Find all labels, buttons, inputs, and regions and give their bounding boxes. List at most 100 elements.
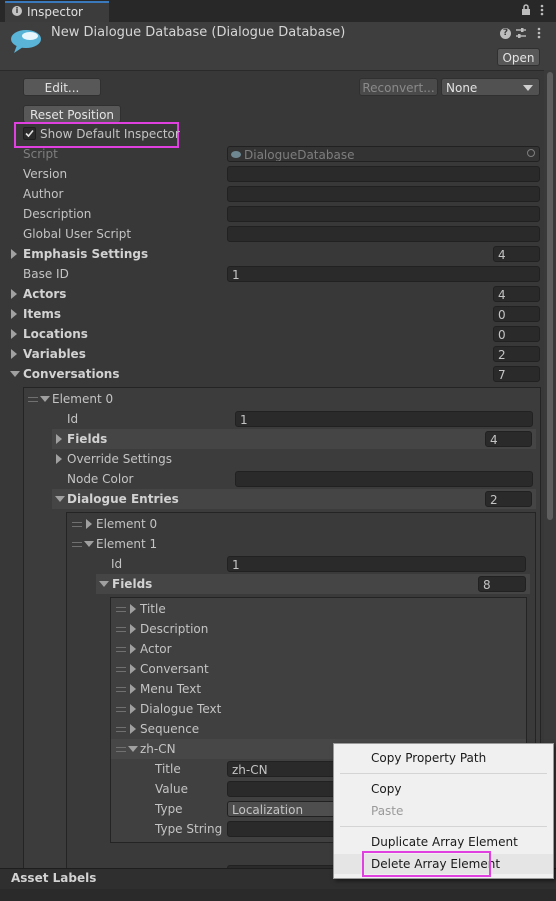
emphasis-settings-count[interactable]: 4: [493, 246, 540, 262]
actors-count[interactable]: 4: [493, 286, 540, 302]
conversation-fields-count[interactable]: 4: [485, 431, 532, 447]
entry-element-0-label[interactable]: Element 0: [96, 514, 157, 534]
copy-menu-item[interactable]: Copy: [334, 779, 553, 799]
drag-handle-icon[interactable]: [116, 707, 126, 712]
none-dropdown[interactable]: None: [441, 78, 540, 96]
expand-arrow-icon[interactable]: [130, 724, 136, 734]
show-default-inspector-toggle[interactable]: [23, 127, 36, 140]
object-picker-icon[interactable]: [527, 149, 535, 157]
variables-count[interactable]: 2: [493, 346, 540, 362]
preset-sliders-icon[interactable]: [515, 27, 527, 39]
description-field[interactable]: [227, 206, 540, 222]
conversations-count[interactable]: 7: [493, 366, 540, 382]
conversation-fields-label[interactable]: Fields: [67, 429, 107, 449]
expand-arrow-icon[interactable]: [11, 249, 17, 259]
field-item-label: Conversant: [140, 662, 209, 676]
drag-handle-icon[interactable]: [28, 397, 38, 402]
entry-element-1-label[interactable]: Element 1: [96, 534, 157, 554]
reconvert-button[interactable]: Reconvert...: [359, 78, 438, 96]
items-label[interactable]: Items: [23, 304, 61, 324]
node-color-field[interactable]: [235, 471, 533, 487]
expand-arrow-icon[interactable]: [130, 704, 136, 714]
conversations-label[interactable]: Conversations: [23, 364, 120, 384]
emphasis-settings-label[interactable]: Emphasis Settings: [23, 244, 148, 264]
drag-handle-icon[interactable]: [116, 627, 126, 632]
edit-button[interactable]: Edit...: [23, 78, 101, 96]
expand-arrow-icon[interactable]: [56, 434, 62, 444]
header-kebab-icon[interactable]: [537, 27, 541, 39]
kebab-menu-icon[interactable]: [540, 4, 544, 16]
field-item[interactable]: Dialogue Text: [110, 699, 527, 719]
node-color-label: Node Color: [67, 472, 134, 486]
drag-handle-icon[interactable]: [116, 727, 126, 732]
scrollbar-thumb[interactable]: [547, 72, 553, 520]
reset-position-button[interactable]: Reset Position: [23, 105, 121, 123]
tab-title: Inspector: [27, 5, 83, 19]
field-item[interactable]: Menu Text: [110, 679, 527, 699]
collapse-arrow-icon[interactable]: [99, 581, 109, 587]
script-label: Script: [23, 147, 58, 161]
drag-handle-icon[interactable]: [72, 542, 82, 547]
field-item-label: Menu Text: [140, 682, 202, 696]
base-id-field[interactable]: 1: [227, 266, 540, 282]
expand-arrow-icon[interactable]: [130, 624, 136, 634]
info-icon: i: [12, 6, 22, 16]
tab-inspector[interactable]: i Inspector: [5, 1, 109, 22]
locations-count[interactable]: 0: [493, 326, 540, 342]
paste-menu-item[interactable]: Paste: [334, 801, 553, 821]
expand-arrow-icon[interactable]: [11, 329, 17, 339]
conversation-id-field[interactable]: 1: [235, 411, 533, 427]
dialogue-entries-label[interactable]: Dialogue Entries: [67, 489, 179, 509]
expand-arrow-icon[interactable]: [86, 519, 92, 529]
expand-arrow-icon[interactable]: [11, 289, 17, 299]
field-item[interactable]: Title: [110, 599, 527, 619]
items-count[interactable]: 0: [493, 306, 540, 322]
copy-property-path-menu-item[interactable]: Copy Property Path: [334, 748, 553, 768]
entry-fields-count[interactable]: 8: [478, 576, 526, 592]
help-icon[interactable]: ?: [500, 28, 511, 39]
expand-arrow-icon[interactable]: [56, 454, 62, 464]
expand-arrow-icon[interactable]: [130, 664, 136, 674]
open-button[interactable]: Open: [497, 48, 540, 66]
drag-handle-icon[interactable]: [116, 747, 126, 752]
dialogue-entries-count[interactable]: 2: [485, 491, 532, 507]
none-dropdown-value: None: [446, 81, 478, 95]
duplicate-array-element-menu-item[interactable]: Duplicate Array Element: [334, 832, 553, 852]
expand-arrow-icon[interactable]: [130, 604, 136, 614]
collapse-arrow-icon[interactable]: [128, 746, 138, 752]
collapse-arrow-icon[interactable]: [84, 541, 94, 547]
global-user-script-field[interactable]: [227, 226, 540, 242]
entry-fields-label[interactable]: Fields: [112, 574, 152, 594]
expand-arrow-icon[interactable]: [130, 684, 136, 694]
collapse-arrow-icon[interactable]: [10, 371, 20, 377]
version-field[interactable]: [227, 166, 540, 182]
field-item[interactable]: Actor: [110, 639, 527, 659]
collapse-arrow-icon[interactable]: [55, 496, 65, 502]
conversation-element-0-label[interactable]: Element 0: [52, 389, 113, 409]
expand-arrow-icon[interactable]: [11, 349, 17, 359]
chevron-down-icon: [523, 85, 533, 91]
drag-handle-icon[interactable]: [116, 607, 126, 612]
locations-label[interactable]: Locations: [23, 324, 88, 344]
author-field[interactable]: [227, 186, 540, 202]
field-item[interactable]: Sequence: [110, 719, 527, 739]
collapse-arrow-icon[interactable]: [40, 396, 50, 402]
drag-handle-icon[interactable]: [72, 522, 82, 527]
field-item[interactable]: Description: [110, 619, 527, 639]
zh-cn-type-string-label: Type String: [155, 822, 223, 836]
drag-handle-icon[interactable]: [116, 647, 126, 652]
expand-arrow-icon[interactable]: [130, 644, 136, 654]
field-item[interactable]: Conversant: [110, 659, 527, 679]
actors-label[interactable]: Actors: [23, 284, 66, 304]
override-settings-label[interactable]: Override Settings: [67, 449, 172, 469]
drag-handle-icon[interactable]: [116, 687, 126, 692]
zh-cn-label[interactable]: zh-CN: [140, 739, 176, 759]
expand-arrow-icon[interactable]: [11, 309, 17, 319]
lock-icon[interactable]: [521, 4, 531, 16]
variables-label[interactable]: Variables: [23, 344, 86, 364]
entry-id-field[interactable]: 1: [227, 556, 526, 572]
drag-handle-icon[interactable]: [116, 667, 126, 672]
asset-labels-label[interactable]: Asset Labels: [11, 868, 96, 888]
delete-array-element-highlight: [362, 851, 491, 877]
field-item-label: Title: [140, 602, 166, 616]
